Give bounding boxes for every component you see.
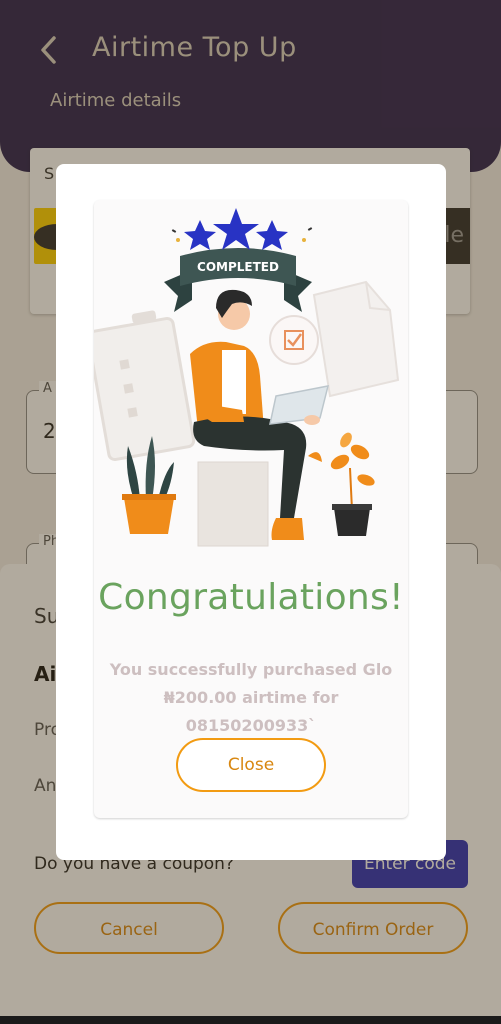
success-heading: Congratulations! xyxy=(98,577,404,618)
checkbox-icon xyxy=(269,315,319,365)
clipboard-icon xyxy=(94,310,196,462)
plant-pot-right-icon xyxy=(330,432,375,536)
system-nav-bar xyxy=(0,1016,501,1024)
success-message-line-1: You successfully purchased Glo xyxy=(109,660,393,679)
completed-illustration: COMPLETED xyxy=(94,208,400,547)
box-seat xyxy=(198,462,268,546)
success-message-line-2: ₦200.00 airtime for 08150200933` xyxy=(163,688,339,735)
close-button[interactable]: Close xyxy=(176,738,326,792)
stars-icon xyxy=(171,208,313,250)
completed-badge-text: COMPLETED xyxy=(197,260,279,274)
success-message: You successfully purchased Glo ₦200.00 a… xyxy=(100,656,402,740)
success-dialog-content: COMPLETED Congratulations! You successfu… xyxy=(94,200,408,818)
document-icon xyxy=(312,280,400,398)
success-dialog: COMPLETED Congratulations! You successfu… xyxy=(56,164,446,860)
